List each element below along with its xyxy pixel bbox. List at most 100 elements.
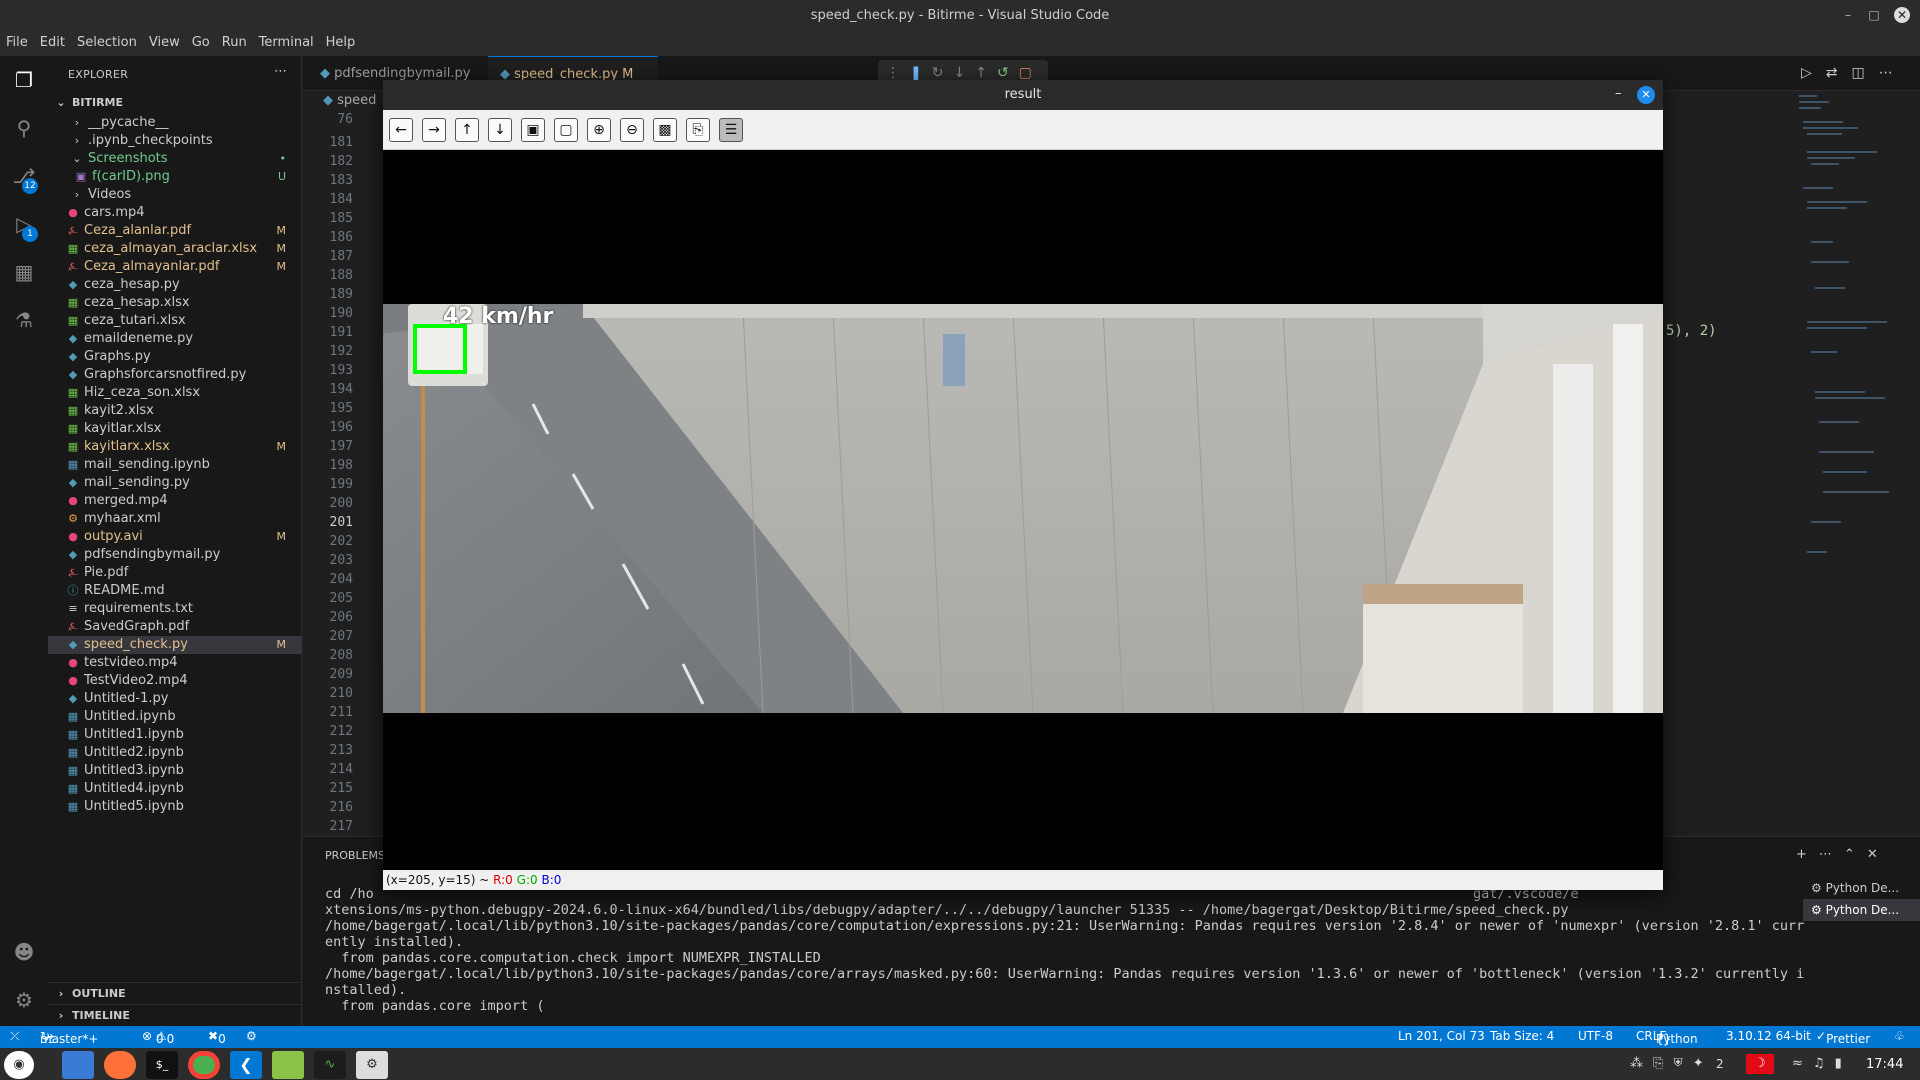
file-tree-item[interactable]: ▦ kayitlar.xlsx [48,420,302,438]
file-tree-item[interactable]: ▦ Untitled5.ipynb [48,798,302,816]
debug-status-icon[interactable]: ⚙ [246,1029,257,1043]
file-tree-item[interactable]: ◆ mail_sending.py [48,474,302,492]
file-tree-item[interactable]: ▦ Untitled3.ipynb [48,762,302,780]
toggle-app-icon[interactable] [272,1051,304,1079]
outline-section[interactable]: › OUTLINE [48,982,302,1004]
close-icon[interactable]: ✕ [1637,86,1655,104]
file-tree-item[interactable]: ⍼ SavedGraph.pdf [48,618,302,636]
file-tree-item[interactable]: ▣ f(carID).png U [48,168,302,186]
notifications-icon[interactable]: ✦ [1693,1056,1714,1071]
keyboard-layout-flag-icon[interactable]: ☽ [1746,1054,1774,1074]
stop-icon[interactable]: ▢ [1019,65,1042,81]
pause-icon[interactable]: ❚ [910,65,932,81]
step-over-icon[interactable]: ↻ [932,65,954,81]
chrome-app-icon[interactable] [188,1051,220,1079]
file-tree-item[interactable]: ⌄ Screenshots • [48,150,302,168]
vscode-app-icon[interactable]: ❮ [230,1051,262,1079]
file-tree-item[interactable]: › Videos [48,186,302,204]
file-tree-item[interactable]: ≡ requirements.txt [48,600,302,618]
file-tree-item[interactable]: ◆ Graphsforcarsnotfired.py [48,366,302,384]
maximize-panel-icon[interactable]: ⌃ [1844,847,1867,862]
file-tree-item[interactable]: ▦ Hiz_ceza_son.xlsx [48,384,302,402]
clock[interactable]: 17:44 [1866,1057,1903,1072]
terminal-app-icon[interactable]: $_ [146,1051,178,1079]
testing-icon[interactable]: ⚗ [12,308,36,332]
file-tree-item[interactable]: ⍼ Ceza_almayanlar.pdf M [48,258,302,276]
breadcrumb[interactable]: ◆ speed [323,93,376,108]
menu-view[interactable]: View [143,30,186,55]
encoding[interactable]: UTF-8 [1578,1029,1613,1043]
run-icon[interactable]: ▷ [1801,65,1826,81]
battery-icon[interactable]: ▮ [1835,1056,1852,1071]
file-tree-item[interactable]: ◆ speed_check.py M [48,636,302,654]
pan-right-icon[interactable]: → [422,118,446,142]
file-tree-item[interactable]: ▦ kayit2.xlsx [48,402,302,420]
file-tree-item[interactable]: ● TestVideo2.mp4 [48,672,302,690]
file-tree-item[interactable]: ● outpy.avi M [48,528,302,546]
branch-status[interactable]: ⎇ master*+ ↻ [40,1029,98,1046]
compare-icon[interactable]: ⇄ [1826,65,1852,81]
step-out-icon[interactable]: ↑ [975,65,997,81]
close-panel-icon[interactable]: ✕ [1867,847,1890,862]
problems-status[interactable]: ⊗ 0 ⚠ 0 [142,1029,174,1046]
properties-icon[interactable]: ☰ [719,118,743,142]
file-tree-item[interactable]: ▦ Untitled4.ipynb [48,780,302,798]
file-tree-item[interactable]: ⚙ myhaar.xml [48,510,302,528]
firefox-app-icon[interactable] [104,1051,136,1079]
restart-icon[interactable]: ↺ [997,65,1019,81]
prettier-status[interactable]: ✓ Prettier [1816,1029,1870,1046]
menu-terminal[interactable]: Terminal [253,30,320,55]
file-tree-item[interactable]: › __pycache__ [48,114,302,132]
menu-help[interactable]: Help [320,30,362,55]
file-tree-item[interactable]: ▦ Untitled1.ipynb [48,726,302,744]
file-tree-item[interactable]: ▦ kayitlarx.xlsx M [48,438,302,456]
zoom-in-icon[interactable]: ⊕ [587,118,611,142]
file-tree-item[interactable]: ▦ ceza_hesap.xlsx [48,294,302,312]
file-tree-item[interactable]: ● cars.mp4 [48,204,302,222]
remote-icon[interactable]: ⤫ [10,1029,20,1044]
file-tree-item[interactable]: ▦ Untitled.ipynb [48,708,302,726]
file-tree-item[interactable]: ● testvideo.mp4 [48,654,302,672]
timeline-section[interactable]: › TIMELINE [48,1004,302,1026]
file-tree-item[interactable]: ⍼ Ceza_alanlar.pdf M [48,222,302,240]
workspace-root[interactable]: ⌄ BITIRME [48,92,302,114]
minimize-icon[interactable]: – [1840,7,1856,23]
terminal-session[interactable]: ⚙ Python De... [1803,899,1920,921]
clipboard-icon[interactable]: ⎘ [1653,1056,1673,1071]
notifications-bell-icon[interactable]: ♧ [1894,1029,1905,1043]
file-tree-item[interactable]: › .ipynb_checkpoints [48,132,302,150]
wifi-icon[interactable]: ≈ [1792,1056,1813,1071]
menu-go[interactable]: Go [186,30,216,55]
minimize-icon[interactable]: – [1615,86,1622,101]
file-tree-item[interactable]: ▦ mail_sending.ipynb [48,456,302,474]
menu-edit[interactable]: Edit [34,30,71,55]
accounts-icon[interactable]: ☻ [12,940,36,964]
explorer-icon[interactable]: ❐ [12,68,36,92]
video-frame[interactable]: 42 km/hr [383,304,1663,713]
cursor-position[interactable]: Ln 201, Col 73 [1398,1029,1485,1043]
more-actions-icon[interactable]: ⋯ [274,64,287,79]
zoom-original-icon[interactable]: ▢ [554,118,578,142]
file-tree-item[interactable]: ◆ Untitled-1.py [48,690,302,708]
shield-icon[interactable]: ⛨ [1673,1056,1692,1071]
pan-down-icon[interactable]: ↓ [488,118,512,142]
result-window-titlebar[interactable]: result – ✕ [383,80,1663,110]
split-editor-icon[interactable]: ◫ [1852,65,1879,81]
extensions-icon[interactable]: ▦ [12,260,36,284]
ports-status[interactable]: ✖ 0 [208,1029,226,1046]
file-tree-item[interactable]: ▦ ceza_almayan_araclar.xlsx M [48,240,302,258]
manage-gear-icon[interactable]: ⚙ [12,988,36,1012]
volume-icon[interactable]: ♫ [1813,1056,1835,1071]
step-into-icon[interactable]: ↓ [953,65,975,81]
menu-file[interactable]: File [0,30,34,55]
search-icon[interactable]: ⚲ [12,116,36,140]
more-icon[interactable]: ⋯ [1819,847,1844,862]
settings-app-icon[interactable]: ⚙ [356,1051,388,1079]
save-icon[interactable]: ▩ [653,118,677,142]
pan-left-icon[interactable]: ← [389,118,413,142]
tab-problems[interactable]: PROBLEMS [325,849,385,862]
bluetooth-icon[interactable]: ⁂ [1630,1056,1653,1071]
tab-size[interactable]: Tab Size: 4 [1490,1029,1554,1043]
file-tree-item[interactable]: ⍼ Pie.pdf [48,564,302,582]
system-monitor-icon[interactable]: ∿ [314,1051,346,1079]
